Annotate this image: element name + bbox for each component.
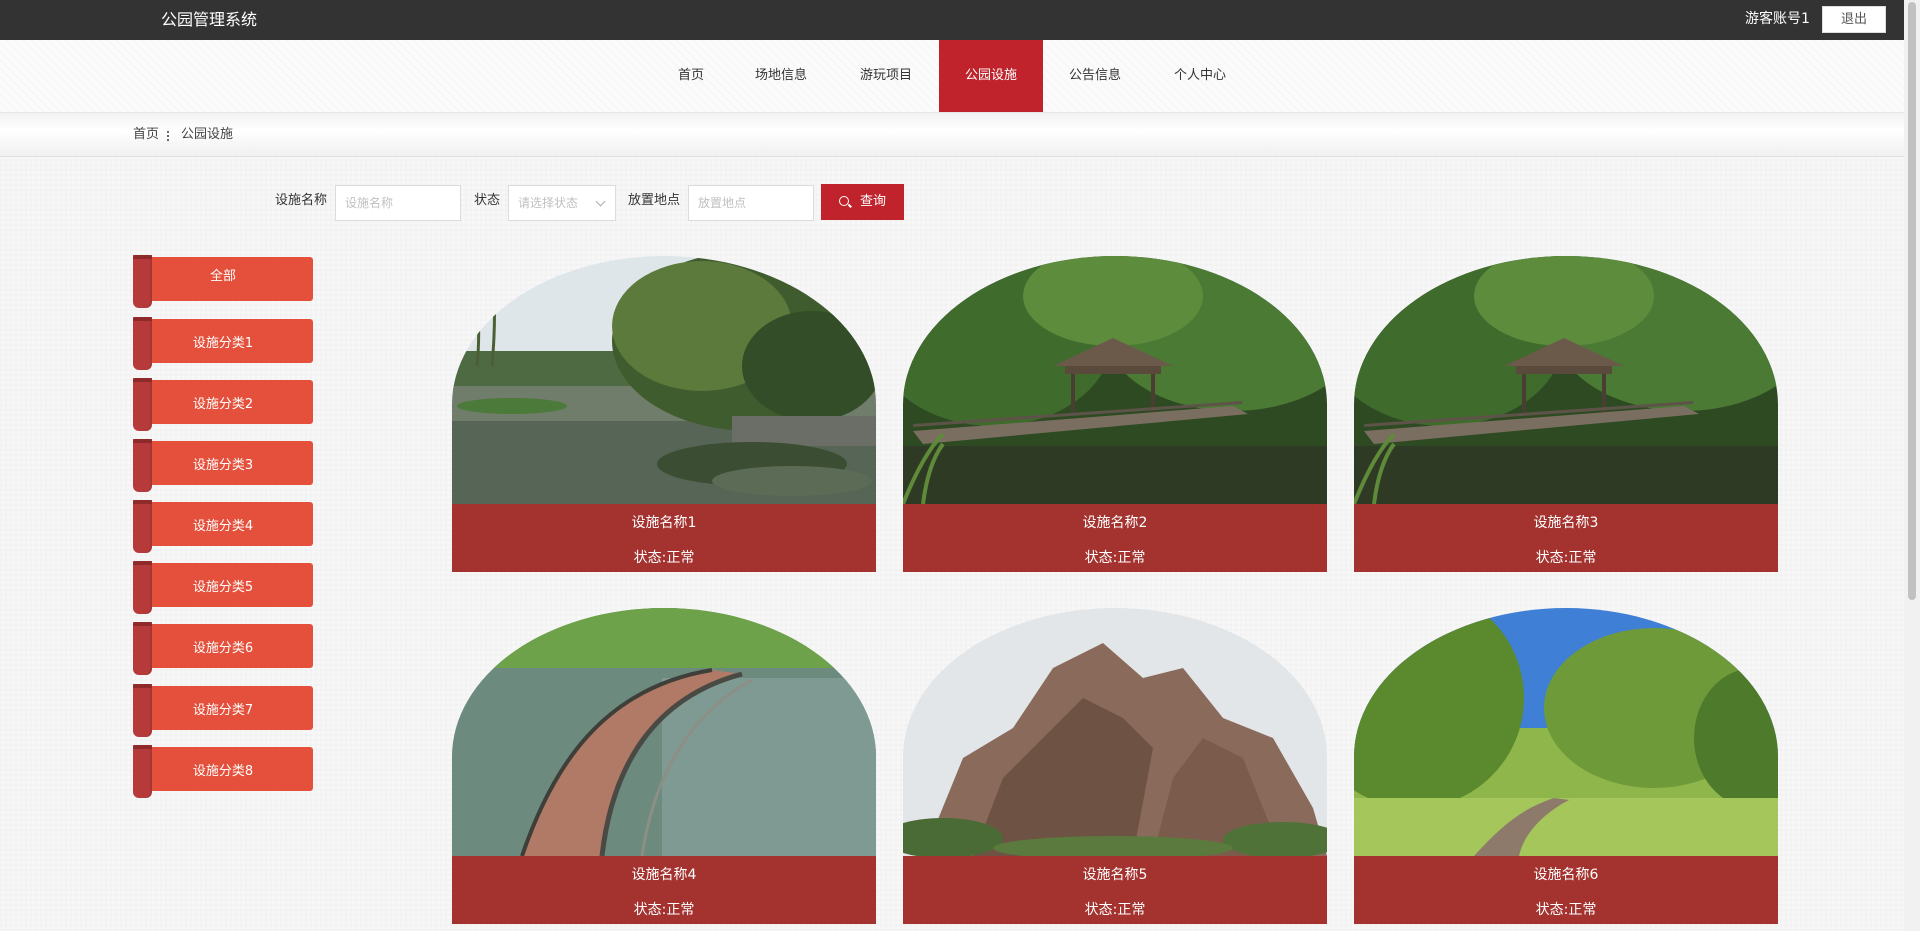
pavilion-boardwalk-photo bbox=[903, 256, 1327, 504]
facility-status: 状态:正常 bbox=[633, 550, 695, 566]
category-label: 设施分类4 bbox=[192, 519, 254, 534]
facility-card[interactable]: 设施名称5 状态:正常 bbox=[903, 608, 1327, 924]
facility-card[interactable]: 设施名称4 状态:正常 bbox=[452, 608, 876, 924]
facility-card-info: 设施名称3 状态:正常 bbox=[1354, 504, 1778, 572]
page-scrollbar[interactable] bbox=[1904, 0, 1920, 931]
category-label: 设施分类6 bbox=[192, 641, 254, 656]
facility-name: 设施名称6 bbox=[1533, 867, 1599, 883]
facility-name: 设施名称1 bbox=[631, 515, 697, 531]
app-title: 公园管理系统 bbox=[161, 10, 258, 29]
forest-path-photo bbox=[1354, 608, 1778, 856]
nav-item-personal-center[interactable]: 个人中心 bbox=[1165, 40, 1235, 112]
category-item[interactable]: 设施分类8 bbox=[133, 745, 313, 798]
pavilion-boardwalk-photo-svg bbox=[903, 256, 1327, 504]
category-label: 全部 bbox=[209, 269, 236, 284]
rockery-photo bbox=[903, 608, 1327, 856]
facility-card[interactable]: 设施名称1 状态:正常 bbox=[452, 256, 876, 572]
facility-status: 状态:正常 bbox=[1535, 550, 1597, 566]
nav-item-announcements[interactable]: 公告信息 bbox=[1060, 40, 1130, 112]
chevron-down-icon bbox=[595, 196, 606, 207]
category-item[interactable]: 设施分类5 bbox=[133, 561, 313, 614]
pavilion-boardwalk-photo bbox=[1354, 256, 1778, 504]
category-label: 设施分类1 bbox=[192, 336, 254, 351]
nav-item-attractions[interactable]: 游玩项目 bbox=[851, 40, 921, 112]
facility-status: 状态:正常 bbox=[1084, 550, 1146, 566]
category-item[interactable]: 设施分类2 bbox=[133, 378, 313, 431]
nav-item-home[interactable]: 首页 bbox=[663, 40, 719, 112]
category-label: 设施分类3 bbox=[192, 458, 254, 473]
breadcrumb-home[interactable]: 首页 bbox=[133, 113, 159, 157]
status-label: 状态 bbox=[474, 193, 501, 208]
facility-name-input[interactable] bbox=[335, 185, 461, 221]
willow-lake-photo-svg bbox=[452, 256, 876, 504]
status-select-placeholder: 请选择状态 bbox=[518, 196, 579, 210]
category-all[interactable]: 全部 bbox=[133, 255, 313, 308]
category-label: 设施分类7 bbox=[192, 703, 254, 718]
pavilion-boardwalk-photo-svg bbox=[1354, 256, 1778, 504]
breadcrumb: 首页 公园设施 bbox=[0, 112, 1904, 157]
user-account-label[interactable]: 游客账号1 bbox=[1745, 0, 1810, 38]
facility-card[interactable]: 设施名称2 状态:正常 bbox=[903, 256, 1327, 572]
breadcrumb-separator-icon bbox=[167, 131, 171, 141]
facility-card-info: 设施名称6 状态:正常 bbox=[1354, 856, 1778, 924]
location-label: 放置地点 bbox=[628, 193, 681, 208]
facility-card[interactable]: 设施名称3 状态:正常 bbox=[1354, 256, 1778, 572]
facility-card-info: 设施名称2 状态:正常 bbox=[903, 504, 1327, 572]
willow-lake-photo bbox=[452, 256, 876, 504]
category-item[interactable]: 设施分类4 bbox=[133, 500, 313, 553]
nav-item-venue-info[interactable]: 场地信息 bbox=[747, 40, 815, 112]
facility-status: 状态:正常 bbox=[1084, 902, 1146, 918]
location-input[interactable] bbox=[688, 185, 814, 221]
status-select[interactable]: 请选择状态 bbox=[508, 185, 616, 221]
facility-name: 设施名称3 bbox=[1533, 515, 1599, 531]
category-item[interactable]: 设施分类7 bbox=[133, 684, 313, 737]
facility-name: 设施名称2 bbox=[1082, 515, 1148, 531]
facility-card-info: 设施名称5 状态:正常 bbox=[903, 856, 1327, 924]
query-button[interactable]: 查询 bbox=[821, 184, 904, 220]
category-item[interactable]: 设施分类1 bbox=[133, 317, 313, 370]
query-button-label: 查询 bbox=[860, 194, 887, 209]
facility-status: 状态:正常 bbox=[633, 902, 695, 918]
breadcrumb-current: 公园设施 bbox=[181, 127, 234, 142]
facility-card[interactable]: 设施名称6 状态:正常 bbox=[1354, 608, 1778, 924]
category-item[interactable]: 设施分类3 bbox=[133, 439, 313, 492]
search-icon bbox=[839, 196, 849, 206]
top-bar: 公园管理系统 游客账号1 退出 bbox=[0, 0, 1904, 40]
facility-card-info: 设施名称1 状态:正常 bbox=[452, 504, 876, 572]
facility-card-info: 设施名称4 状态:正常 bbox=[452, 856, 876, 924]
lake-walkway-photo-svg bbox=[452, 608, 876, 856]
nav-item-facilities[interactable]: 公园设施 bbox=[939, 40, 1043, 112]
category-label: 设施分类2 bbox=[192, 397, 254, 412]
facility-name: 设施名称5 bbox=[1082, 867, 1148, 883]
facility-name-label: 设施名称 bbox=[275, 193, 328, 208]
logout-button[interactable]: 退出 bbox=[1822, 6, 1886, 33]
facility-status: 状态:正常 bbox=[1535, 902, 1597, 918]
category-item[interactable]: 设施分类6 bbox=[133, 622, 313, 675]
facility-name: 设施名称4 bbox=[631, 867, 697, 883]
rockery-photo-svg bbox=[903, 608, 1327, 856]
category-label: 设施分类8 bbox=[192, 764, 254, 779]
main-nav: 首页 场地信息 游玩项目 公园设施 公告信息 个人中心 bbox=[0, 40, 1904, 112]
category-label: 设施分类5 bbox=[192, 580, 254, 595]
forest-path-photo-svg bbox=[1354, 608, 1778, 856]
lake-walkway-photo bbox=[452, 608, 876, 856]
scrollbar-thumb[interactable] bbox=[1908, 2, 1916, 600]
